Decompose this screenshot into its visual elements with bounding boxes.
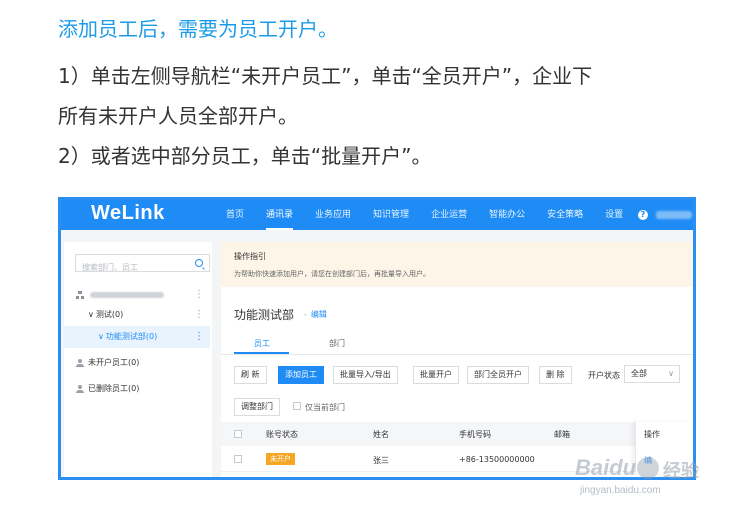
paw-icon xyxy=(637,457,659,479)
only-current-dept-label: 仅当前部门 xyxy=(305,403,345,412)
watermark-logo: Baidu xyxy=(575,455,637,480)
dept-open-all-button[interactable]: 部门全员开户 xyxy=(467,366,529,384)
sidebar: ⋮ ∨测试(0) ⋮ ∨功能测试部(0) ⋮ 未开户员工(0) 已删除员工(0) xyxy=(64,242,212,477)
more-icon[interactable]: ⋮ xyxy=(194,304,204,326)
tree-root-org[interactable]: ⋮ xyxy=(64,284,210,306)
nav-security[interactable]: 安全策略 xyxy=(547,200,583,230)
nav-home[interactable]: 首页 xyxy=(226,200,244,230)
watermark-cn: 经验 xyxy=(663,461,699,482)
tree-item-label: 功能测试部(0) xyxy=(105,332,158,341)
status-filter-label: 开户状态 xyxy=(588,371,620,380)
tree-item-label: 测试(0) xyxy=(95,310,124,319)
col-name: 姓名 xyxy=(373,430,389,439)
batch-import-export-button[interactable]: 批量导入/导出 xyxy=(333,366,398,384)
chevron-down-icon: ∨ xyxy=(668,369,674,378)
baidu-watermark: Baidu 经验 jingyan.baidu.com xyxy=(575,455,725,510)
delete-button[interactable]: 删 除 xyxy=(539,366,572,384)
guide-banner: 操作指引 为帮助你快速添加用户，请您在创建部门后，再批量导入用户。 xyxy=(221,242,693,287)
search-icon[interactable] xyxy=(195,259,203,267)
status-badge: 未开户 xyxy=(266,453,295,465)
org-name-blurred xyxy=(90,292,164,298)
nav-smart-office[interactable]: 智能办公 xyxy=(489,200,525,230)
guide-text: 为帮助你快速添加用户，请您在创建部门后，再批量导入用户。 xyxy=(234,270,430,278)
adjust-dept-button[interactable]: 调整部门 xyxy=(234,398,280,416)
tab-employees[interactable]: 员工 xyxy=(254,338,270,349)
tab-departments[interactable]: 部门 xyxy=(329,338,345,349)
tree-item-function-test[interactable]: ∨ 功能测试部(0) ⋮ xyxy=(64,326,210,348)
org-icon xyxy=(76,291,84,299)
search-input[interactable] xyxy=(76,259,186,276)
row-checkbox[interactable] xyxy=(234,455,242,463)
top-navbar: WeLink 首页 通讯录 业务应用 知识管理 企业运营 智能办公 安全策略 设… xyxy=(61,200,693,230)
chevron-down-icon[interactable]: ∨ xyxy=(88,304,94,326)
instruction-text: 添加员工后，需要为员工开户。 1）单击左侧导航栏“未开户员工”，单击“全员开户”… xyxy=(58,14,738,176)
tree-item-test[interactable]: ∨ 测试(0) ⋮ xyxy=(64,304,210,326)
watermark-url: jingyan.baidu.com xyxy=(580,485,661,496)
sidebar-item-unactivated[interactable]: 未开户员工(0) xyxy=(64,352,210,374)
person-icon xyxy=(76,385,84,393)
sidebar-item-label: 已删除员工(0) xyxy=(88,384,140,393)
user-name-blurred[interactable] xyxy=(656,211,692,219)
main-panel: 操作指引 为帮助你快速添加用户，请您在创建部门后，再批量导入用户。 功能测试部 … xyxy=(221,242,693,477)
welink-screenshot: WeLink 首页 通讯录 业务应用 知识管理 企业运营 智能办公 安全策略 设… xyxy=(58,197,696,480)
dept-title: 功能测试部 xyxy=(234,308,295,322)
help-icon[interactable]: ? xyxy=(638,210,648,220)
sidebar-item-label: 未开户员工(0) xyxy=(88,358,140,367)
welink-logo: WeLink xyxy=(91,202,165,224)
col-email: 邮箱 xyxy=(554,430,570,439)
main-nav: 首页 通讯录 业务应用 知识管理 企业运营 智能办公 安全策略 设置 xyxy=(226,200,645,230)
chevron-down-icon[interactable]: ∨ xyxy=(98,326,104,348)
instruction-step1-line2: 所有未开户人员全部开户。 xyxy=(58,104,298,128)
instruction-step1-line1: 1）单击左侧导航栏“未开户员工”，单击“全员开户”，企业下 xyxy=(58,64,593,88)
tabs-divider xyxy=(221,354,693,355)
nav-knowledge[interactable]: 知识管理 xyxy=(373,200,409,230)
more-icon[interactable]: ⋮ xyxy=(194,326,204,348)
edit-dept-link[interactable]: - 编辑 xyxy=(304,309,327,320)
cell-phone: +86-13500000000 xyxy=(459,455,535,464)
cell-name: 张三 xyxy=(373,456,389,465)
sidebar-search xyxy=(75,254,210,276)
guide-title: 操作指引 xyxy=(234,252,266,261)
instruction-step2: 2）或者选中部分员工，单击“批量开户”。 xyxy=(58,144,432,168)
nav-settings[interactable]: 设置 xyxy=(605,200,623,230)
status-filter-select[interactable]: 全部 ∨ xyxy=(624,365,680,383)
nav-operations[interactable]: 企业运营 xyxy=(431,200,467,230)
instruction-heading: 添加员工后，需要为员工开户。 xyxy=(58,17,338,41)
batch-open-button[interactable]: 批量开户 xyxy=(413,366,459,384)
nav-contacts[interactable]: 通讯录 xyxy=(266,200,294,230)
add-employee-button[interactable]: 添加员工 xyxy=(278,366,324,384)
only-current-dept-checkbox[interactable] xyxy=(293,402,301,410)
person-icon xyxy=(76,359,84,367)
sidebar-item-deleted[interactable]: 已删除员工(0) xyxy=(64,378,210,400)
col-operation: 操作 xyxy=(644,430,660,439)
more-icon[interactable]: ⋮ xyxy=(194,284,204,306)
table-header: 账号状态 姓名 手机号码 邮箱 xyxy=(221,422,693,446)
col-phone: 手机号码 xyxy=(459,430,491,439)
col-account-status: 账号状态 xyxy=(266,430,298,439)
refresh-button[interactable]: 刷 新 xyxy=(234,366,267,384)
nav-business-apps[interactable]: 业务应用 xyxy=(315,200,351,230)
select-all-checkbox[interactable] xyxy=(234,430,242,438)
